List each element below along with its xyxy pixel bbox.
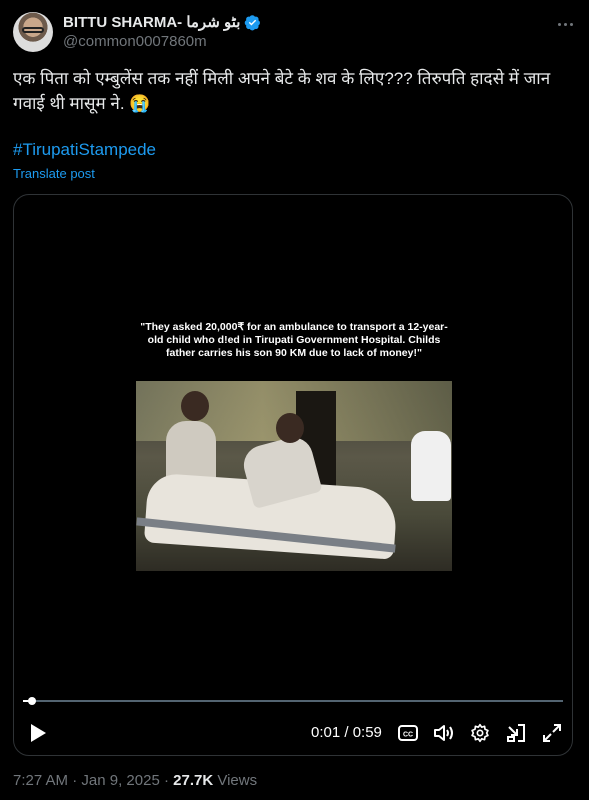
post-time[interactable]: 7:27 AM xyxy=(13,772,68,789)
meta-separator: · xyxy=(72,772,78,789)
settings-icon[interactable] xyxy=(468,721,492,745)
author-name[interactable]: BITTU SHARMA- بٹو شرما xyxy=(63,13,240,31)
video-scrubber-handle[interactable] xyxy=(28,697,37,705)
views-count: 27.7K xyxy=(173,772,214,789)
tweet-header: BITTU SHARMA- بٹو شرما @common0007860m xyxy=(13,10,583,56)
video-controls: 0:01 / 0:59 CC xyxy=(14,715,572,751)
svg-text:CC: CC xyxy=(403,732,413,739)
author-row: BITTU SHARMA- بٹو شرما xyxy=(63,12,261,32)
tweet-text: एक पिता को एम्बुलेंस तक नहीं मिली अपने ब… xyxy=(13,69,551,113)
picture-in-picture-icon[interactable] xyxy=(504,721,528,745)
video-time: 0:01 / 0:59 xyxy=(311,724,382,741)
author-handle[interactable]: @common0007860m xyxy=(63,33,207,50)
avatar[interactable] xyxy=(13,12,53,52)
meta-separator: · xyxy=(163,772,169,789)
video-progress-bar[interactable] xyxy=(23,697,563,705)
tweet-meta: 7:27 AM · Jan 9, 2025 · 27.7K Views xyxy=(13,772,257,789)
fullscreen-icon[interactable] xyxy=(540,721,564,745)
more-icon[interactable] xyxy=(555,14,575,34)
post-date[interactable]: Jan 9, 2025 xyxy=(81,772,159,789)
video-player[interactable]: "They asked 20,000₹ for an ambulance to … xyxy=(13,194,573,756)
hashtag-link[interactable]: #TirupatiStampede xyxy=(13,140,156,160)
captions-icon[interactable]: CC xyxy=(396,721,420,745)
video-scene xyxy=(136,381,452,571)
video-caption-text: "They asked 20,000₹ for an ambulance to … xyxy=(140,321,448,359)
volume-icon[interactable] xyxy=(432,721,456,745)
translate-post-link[interactable]: Translate post xyxy=(13,166,95,181)
verified-badge-icon xyxy=(245,14,261,30)
play-icon[interactable] xyxy=(26,721,50,745)
views-label: Views xyxy=(217,772,258,789)
